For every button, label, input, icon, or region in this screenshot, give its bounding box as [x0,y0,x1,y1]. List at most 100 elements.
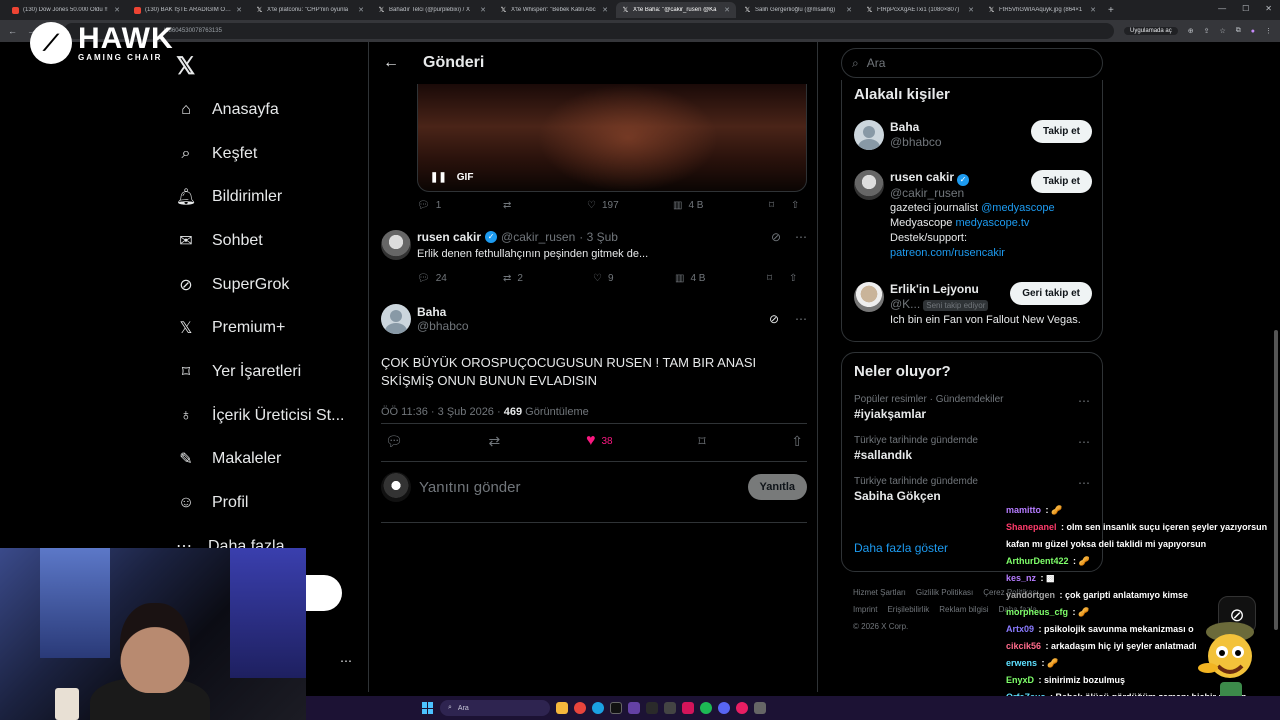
more-options-icon[interactable]: ⋯ [1078,476,1090,490]
post-timestamp[interactable]: ÖÖ 11:36 · 3 Şub 2026 · [381,406,501,418]
gif-media[interactable]: ❚❚ GIF [417,84,807,192]
steam-icon[interactable] [646,702,658,714]
avatar[interactable] [381,304,411,334]
footer-link[interactable]: Gizlilik Politikası [916,588,973,597]
browser-tab[interactable]: (130) BAK İŞTE ARADIĞIM OYU ✕ [128,2,248,18]
sidebar-item-anasayfa[interactable]: ⌂ Anasayfa [176,88,344,132]
grok-icon[interactable]: ⊘ [771,230,781,244]
person-item[interactable]: Erlik'in Lejyonu @K... Seni takip ediyor… [854,282,1092,328]
extensions-icon[interactable]: ⧉ [1236,27,1241,35]
bookmark-action[interactable]: ⌑ [769,200,791,211]
tab-close-icon[interactable]: ✕ [1090,6,1096,14]
account-more-icon[interactable]: ⋯ [340,654,352,668]
share-icon[interactable]: ⇪ [1204,27,1210,35]
browser-tab[interactable]: 𝕏 X'te Whisperr: "Bebek Katili Abc ✕ [494,2,614,18]
sidebar-item-i-erik-reticisi-st-[interactable]: ♁ İçerik Üreticisi St... [176,394,344,438]
tab-close-icon[interactable]: ✕ [724,6,730,14]
post-button-partial[interactable] [306,575,342,611]
avatar[interactable] [854,170,884,200]
windows-start-icon[interactable] [422,702,434,714]
scrollbar[interactable] [1274,330,1278,630]
back-arrow-icon[interactable]: ← [383,54,399,72]
browser-tab[interactable]: 𝕏 FtRpPcxXgAETxi1 (1080×807) ✕ [860,2,980,18]
views-action[interactable]: ▥ 4 B [673,200,769,211]
sidebar-item-profil[interactable]: ☺ Profil [176,481,344,525]
chat-username[interactable]: Shanepanel [1006,522,1057,532]
post-time[interactable]: · 3 Şub [579,230,618,244]
grok-icon[interactable]: ⊘ [769,312,779,326]
share-action[interactable]: ⇧ [791,200,799,211]
more-nav-item[interactable]: ⋯ Daha fazla [176,536,285,548]
person-item[interactable]: Baha @bhabco Takip et [854,120,1092,150]
author-handle[interactable]: @cakir_rusen [501,230,575,244]
tab-close-icon[interactable]: ✕ [358,6,364,14]
author-name[interactable]: Baha [417,305,763,319]
footer-link[interactable]: Reklam bilgisi [939,605,988,614]
repost-action[interactable]: ⇄ [489,433,501,450]
star-icon[interactable]: ☆ [1219,27,1225,35]
x-logo-icon[interactable]: 𝕏 [176,52,195,81]
show-more-link[interactable]: Daha fazla göster [854,541,948,555]
author-handle[interactable]: @bhabco [417,319,763,333]
bio-link[interactable]: @medyascope [981,202,1055,214]
sidebar-item-ke-fet[interactable]: ⌕ Keşfet [176,132,344,176]
sidebar-item-bildirimler[interactable]: 🔔︎ Bildirimler [176,175,344,219]
bookmark-action[interactable]: ⌑ [767,273,789,284]
obs-icon[interactable] [736,702,748,714]
maximize-icon[interactable]: ☐ [1242,4,1249,13]
author-name[interactable]: rusen cakir [417,230,481,244]
reply-action[interactable]: 💬︎ 24 [417,273,503,284]
chat-username[interactable]: Artx09 [1006,624,1034,634]
browser-tab[interactable]: 𝕏 FtR5VhGWIAAquyk.jpg (864×1 ✕ [982,2,1102,18]
browser-tab[interactable]: 𝕏 X'te platconu: "CHP'nin oyunla ✕ [250,2,370,18]
tab-close-icon[interactable]: ✕ [114,6,120,14]
reply-button[interactable]: Yanıtla [747,474,807,500]
game-icon[interactable] [664,702,676,714]
sidebar-item-sohbet[interactable]: ✉ Sohbet [176,219,344,263]
follow-button[interactable]: Takip et [1030,170,1092,193]
sidebar-item-yer-i-aretleri[interactable]: ⌑ Yer İşaretleri [176,350,344,394]
person-item[interactable]: rusen cakir ✓ @cakir_rusen gazeteci jour… [854,170,1092,261]
reply-tweet[interactable]: rusen cakir ✓ @cakir_rusen · 3 Şub ⊘ ⋯ E… [381,230,807,260]
tab-close-icon[interactable]: ✕ [602,6,608,14]
views-action[interactable]: ▥ 4 B [675,273,767,284]
like-action[interactable]: ♡ 9 [593,273,675,284]
reply-action[interactable]: 💬︎ 1 [417,200,503,211]
sidebar-item-supergrok[interactable]: ⊘ SuperGrok [176,263,344,307]
chat-username[interactable]: cikcik56 [1006,641,1041,651]
avatar[interactable] [381,230,411,260]
chat-username[interactable]: morpheus_cfg [1006,607,1068,617]
more-options-icon[interactable]: ⋯ [795,230,807,244]
profile-icon[interactable]: ● [1251,28,1255,35]
file-explorer-icon[interactable] [556,702,568,714]
avatar[interactable] [854,120,884,150]
bio-link[interactable]: patreon.com/rusencakir [890,246,1092,261]
twitch-icon[interactable] [628,702,640,714]
trend-item[interactable]: Popüler resimler · Gündemdekiler #iyiakşa… [854,394,1090,421]
more-options-icon[interactable]: ⋯ [1078,394,1090,408]
repost-action[interactable]: ⇄ 2 [503,273,593,284]
close-window-icon[interactable]: ✕ [1265,4,1272,13]
tab-close-icon[interactable]: ✕ [236,6,242,14]
sidebar-item-premium-[interactable]: 𝕏 Premium+ [176,306,344,350]
zoom-icon[interactable]: ⊕ [1188,27,1194,35]
chat-username[interactable]: mamitto [1006,505,1041,515]
footer-link[interactable]: Hizmet Şartları [853,588,906,597]
more-options-icon[interactable]: ⋯ [1078,435,1090,449]
edge-icon[interactable] [592,702,604,714]
browser-tab[interactable]: 𝕏 Salih Gergerlioğlu (@msalihg) ✕ [738,2,858,18]
new-tab-button[interactable]: + [1108,5,1114,16]
trend-item[interactable]: Türkiye tarihinde gündemde Sabiha Gökçen ⋯ [854,476,1090,503]
reply-input[interactable]: Yanıtını gönder [419,479,740,496]
browser-tab[interactable]: 𝕏 Bahadır Telci (@purplebixi) / X ✕ [372,2,492,18]
tab-close-icon[interactable]: ✕ [480,6,486,14]
chat-username[interactable]: erwens [1006,658,1037,668]
bookmark-action[interactable]: ⌑ [698,433,705,450]
sidebar-item-makaleler[interactable]: ✎ Makaleler [176,438,344,482]
x-app-icon[interactable] [610,702,622,714]
browser-tab[interactable]: 𝕏 X'te Baha: "@cakir_rusen @Ka ✕ [616,2,736,18]
footer-link[interactable]: Erişilebilirlik [887,605,929,614]
avatar[interactable] [854,282,884,312]
share-action[interactable]: ⇧ [789,273,797,284]
follow-button[interactable]: Takip et [1030,120,1092,143]
